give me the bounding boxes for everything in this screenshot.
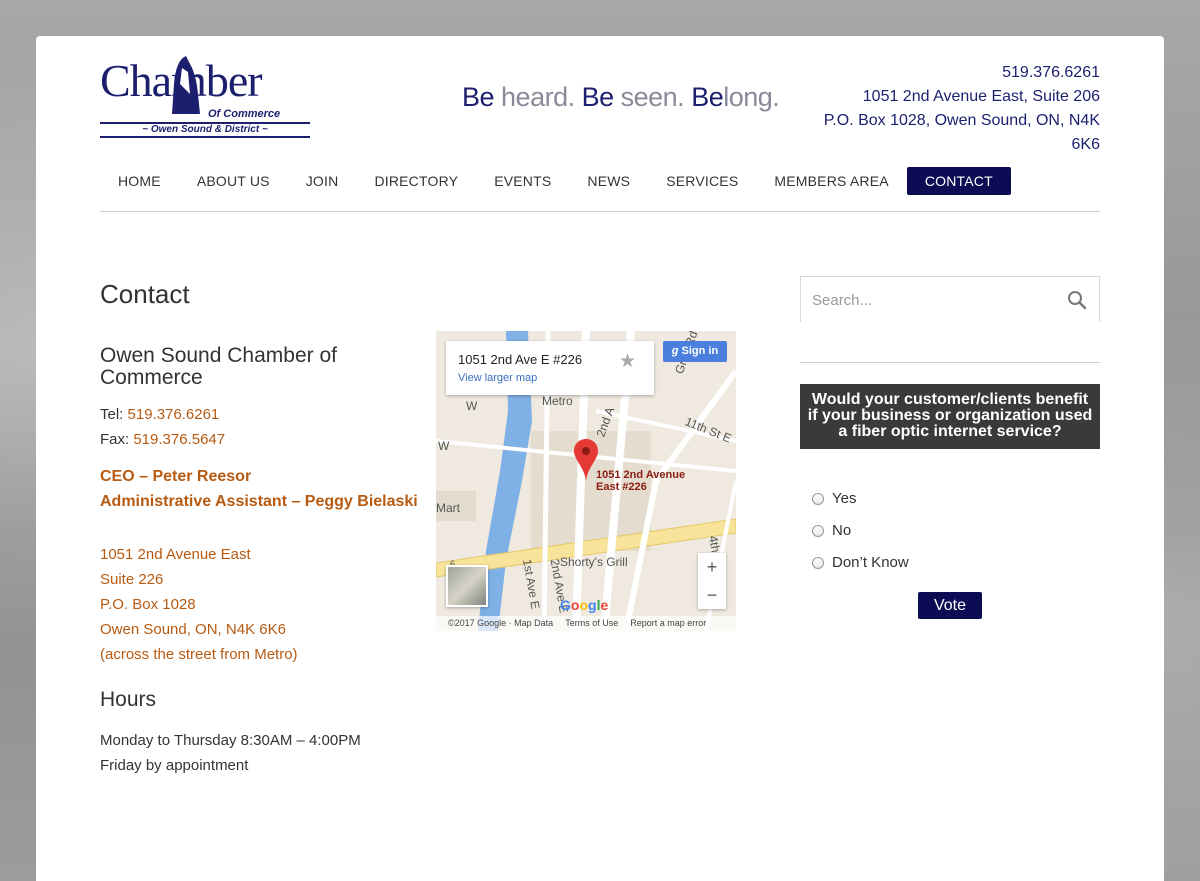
poll-option-label: Yes — [832, 490, 857, 507]
satellite-toggle[interactable] — [446, 565, 488, 607]
site-tagline: Be heard. Be seen. Belong. — [462, 82, 780, 113]
map-label-w: W — [466, 399, 478, 413]
tagline-part: long. — [723, 82, 780, 112]
hours-line: Friday by appointment — [100, 757, 249, 774]
logo-divider — [100, 136, 310, 138]
nav-item-about-us[interactable]: ABOUT US — [179, 167, 288, 195]
header-contact: 519.376.6261 1051 2nd Avenue East, Suite… — [800, 61, 1100, 157]
poll-option-no[interactable]: No — [812, 522, 851, 539]
star-icon[interactable]: ★ — [619, 350, 636, 373]
nav-item-join[interactable]: JOIN — [288, 167, 357, 195]
header-phone[interactable]: 519.376.6261 — [800, 61, 1100, 85]
hours-line: Monday to Thursday 8:30AM – 4:00PM — [100, 732, 361, 749]
tel-label: Tel: — [100, 406, 128, 423]
map-label-w: W — [438, 439, 450, 453]
map-copyright: ©2017 Google · Map Data — [448, 618, 554, 628]
address-line: Suite 226 — [100, 571, 164, 588]
address-line: 1051 2nd Avenue East — [100, 546, 251, 563]
ship-icon — [172, 56, 200, 114]
fax-link[interactable]: 519.376.5647 — [133, 431, 225, 448]
pin-label-line: 1051 2nd Avenue — [596, 469, 686, 481]
header-address-line: 6K6 — [1071, 136, 1100, 153]
content-wrapper: Chamber Of Commerce ~ Owen Sound & Distr… — [100, 36, 1100, 881]
tagline-part: heard. — [494, 82, 582, 112]
fax: Fax: 519.376.5647 — [100, 431, 225, 448]
google-logo: Google — [560, 597, 609, 613]
assistant-name: Administrative Assistant – Peggy Bielask… — [100, 493, 418, 510]
organization-name: Owen Sound Chamber of Commerce — [100, 344, 337, 389]
map-label-shortys: Shorty's Grill — [560, 555, 628, 569]
pin-label-line: East #226 — [596, 481, 647, 493]
main-nav: HOME ABOUT US JOIN DIRECTORY EVENTS NEWS… — [100, 167, 1100, 196]
fax-label: Fax: — [100, 431, 134, 448]
page-container: Chamber Of Commerce ~ Owen Sound & Distr… — [36, 36, 1164, 881]
zoom-in-button[interactable]: + — [698, 553, 726, 581]
address-line: P.O. Box 1028 — [100, 596, 196, 613]
ceo-name: CEO – Peter Reesor — [100, 468, 252, 485]
search-box — [800, 276, 1100, 323]
nav-item-directory[interactable]: DIRECTORY — [356, 167, 476, 195]
header-address-line: 1051 2nd Avenue East, Suite 206 — [862, 88, 1100, 105]
map-label-mart: Mart — [436, 501, 460, 515]
nav-item-members-area[interactable]: MEMBERS AREA — [756, 167, 906, 195]
address-block: 1051 2nd Avenue East Suite 226 P.O. Box … — [100, 542, 298, 667]
header-divider — [100, 211, 1100, 212]
google-plus-icon: g — [671, 345, 679, 357]
nav-item-services[interactable]: SERVICES — [648, 167, 756, 195]
view-larger-map-link[interactable]: View larger map — [458, 372, 537, 384]
map-pin-icon[interactable] — [574, 439, 598, 483]
hours-title: Hours — [100, 688, 157, 711]
map-label-metro: Metro — [542, 394, 573, 408]
radio-button[interactable] — [812, 556, 824, 569]
hours-list: Monday to Thursday 8:30AM – 4:00PM Frida… — [100, 728, 361, 778]
address-line: (across the street from Metro) — [100, 646, 298, 663]
poll-option-label: Don’t Know — [832, 554, 909, 571]
search-icon[interactable] — [1067, 290, 1087, 310]
nav-item-home[interactable]: HOME — [100, 167, 179, 195]
tagline-part: Be — [581, 82, 615, 112]
zoom-control: + − — [698, 553, 726, 609]
page-title: Contact — [100, 279, 190, 309]
tagline-part: seen. — [613, 82, 692, 112]
map-label-4th: 4th — [706, 534, 723, 554]
poll-question: Would your customer/clients benefit if y… — [800, 384, 1100, 449]
sign-in-button[interactable]: g Sign in — [663, 341, 727, 362]
logo-subtitle: Of Commerce — [208, 108, 281, 120]
sign-in-label: Sign in — [681, 345, 719, 357]
report-map-error-link[interactable]: Report a map error — [630, 616, 706, 631]
map-info-card: 1051 2nd Ave E #226 View larger map ★ — [446, 341, 654, 395]
header-address-line: P.O. Box 1028, Owen Sound, ON, N4K — [823, 112, 1100, 129]
telephone: Tel: 519.376.6261 — [100, 406, 219, 423]
tagline-part: Be — [691, 82, 724, 112]
tagline-part: Be — [462, 82, 495, 112]
radio-button[interactable] — [812, 492, 824, 505]
nav-item-contact[interactable]: CONTACT — [906, 167, 1011, 195]
map-card-title: 1051 2nd Ave E #226 — [458, 352, 583, 367]
poll-option-yes[interactable]: Yes — [812, 490, 856, 507]
search-input[interactable] — [801, 277, 1061, 323]
address-line: Owen Sound, ON, N4K 6K6 — [100, 621, 286, 638]
terms-of-use-link[interactable]: Terms of Use — [565, 616, 618, 631]
pin-label: 1051 2nd Avenue East #226 — [596, 469, 685, 493]
nav-item-events[interactable]: EVENTS — [476, 167, 569, 195]
logo-tagline: ~ Owen Sound & District ~ — [142, 124, 268, 135]
radio-button[interactable] — [812, 524, 824, 537]
map-footer: ©2017 Google · Map Data Terms of Use Rep… — [436, 616, 736, 631]
nav-item-news[interactable]: NEWS — [569, 167, 648, 195]
poll-option-dont-know[interactable]: Don’t Know — [812, 554, 909, 571]
zoom-out-button[interactable]: − — [698, 581, 726, 609]
sidebar-divider — [800, 362, 1100, 363]
embedded-map[interactable]: 1051 2nd Avenue East #226 Metro Grey Rd … — [436, 331, 736, 631]
site-logo[interactable]: Chamber Of Commerce ~ Owen Sound & Distr… — [100, 56, 312, 142]
tel-link[interactable]: 519.376.6261 — [128, 406, 220, 423]
poll-option-label: No — [832, 522, 852, 539]
vote-button[interactable]: Vote — [918, 592, 982, 619]
